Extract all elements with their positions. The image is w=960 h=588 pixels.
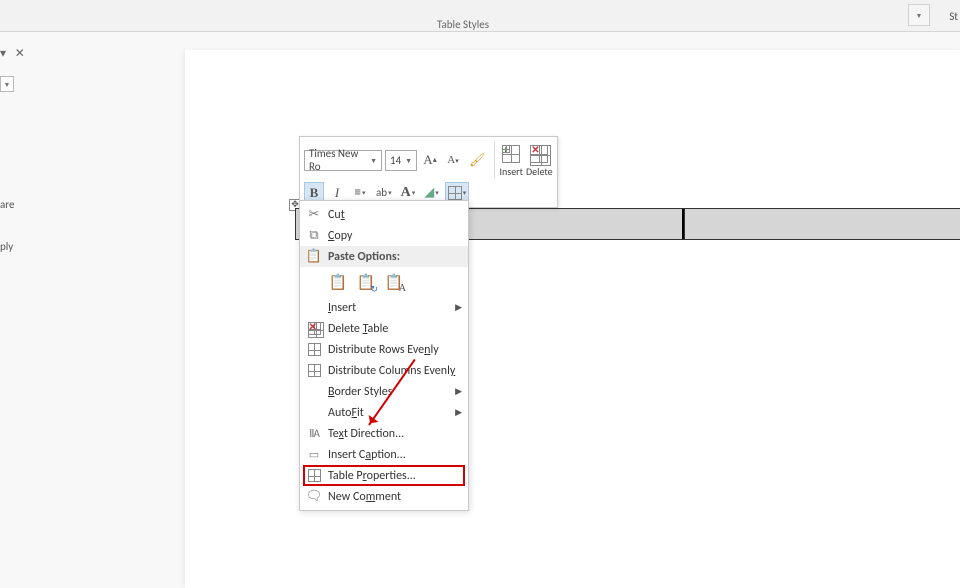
delete-split-button[interactable]: ✕ Delete (526, 143, 553, 178)
sidebar-text-fragment: ply (0, 240, 13, 253)
text-direction-menu-item[interactable]: ⅡA Text Direction... (300, 423, 468, 444)
distribute-cols-icon (304, 364, 324, 377)
table-delete-icon: ✕ (530, 145, 548, 163)
clipboard-icon: 📋 (304, 249, 324, 264)
sidebar-close[interactable]: ▾ ✕ (0, 46, 31, 61)
chevron-down-icon: ▾ (0, 47, 6, 61)
paste-text-only-icon[interactable]: 📋A (384, 271, 404, 293)
insert-label: Insert (500, 165, 524, 178)
paste-options-row: 📋 📋↻ 📋A (300, 267, 468, 297)
insert-menu-item[interactable]: Insert ▶ (300, 297, 468, 318)
borders-icon (448, 186, 462, 200)
text-direction-icon: ⅡA (304, 427, 324, 440)
font-name-value: Times New Ro (309, 147, 370, 173)
distribute-rows-icon (304, 343, 324, 356)
font-name-combo[interactable]: Times New Ro ▼ (304, 150, 382, 171)
mini-toolbar: Times New Ro ▼ 14 ▼ A▴ A▾ 🖌 + Insert ✕ D… (299, 136, 558, 208)
copy-menu-item[interactable]: ⧉ Copy (300, 225, 468, 246)
insert-caption-menu-item[interactable]: ▭ Insert Caption... (300, 444, 468, 465)
distribute-cols-menu-item[interactable]: Distribute Columns Evenly (300, 360, 468, 381)
chevron-down-icon: ▼ (405, 156, 412, 165)
separator (494, 141, 495, 179)
chevron-down-icon: ▼ (370, 156, 377, 165)
table-properties-menu-item[interactable]: Table Properties... (300, 465, 468, 486)
table-insert-icon: + (502, 145, 520, 163)
ribbon-bar: Table Styles ▼ St (0, 0, 960, 32)
delete-label: Delete (526, 165, 553, 178)
comment-icon: 🗨 (304, 489, 324, 504)
table-cell[interactable] (684, 209, 960, 239)
submenu-arrow-icon: ▶ (455, 386, 462, 397)
paste-options-header: 📋 Paste Options: (300, 246, 468, 267)
table-delete-icon: ✕ (304, 322, 324, 335)
delete-table-menu-item[interactable]: ✕ Delete Table (300, 318, 468, 339)
font-size-value: 14 (390, 154, 401, 167)
scissors-icon: ✂ (304, 207, 324, 222)
cut-menu-item[interactable]: ✂ Cut (300, 204, 468, 225)
border-styles-menu-item[interactable]: Border Styles ▶ (300, 381, 468, 402)
font-size-combo[interactable]: 14 ▼ (385, 150, 417, 171)
paste-keep-formatting-icon[interactable]: 📋 (328, 271, 348, 293)
sidebar-text-fragment: are (0, 198, 14, 211)
copy-icon: ⧉ (304, 228, 324, 243)
submenu-arrow-icon: ▶ (455, 407, 462, 418)
paste-options-label: Paste Options: (324, 250, 462, 264)
ribbon-group-label: Table Styles (437, 18, 489, 31)
grow-font-button[interactable]: A▴ (420, 150, 440, 171)
table-properties-icon (304, 469, 324, 482)
ribbon-expand-button[interactable]: ▼ (908, 4, 930, 26)
submenu-arrow-icon: ▶ (455, 302, 462, 313)
new-comment-menu-item[interactable]: 🗨 New Comment (300, 486, 468, 507)
context-menu: ✂ Cut ⧉ Copy 📋 Paste Options: 📋 📋↻ 📋A In… (299, 200, 469, 511)
caption-icon: ▭ (304, 448, 324, 461)
insert-split-button[interactable]: + Insert (500, 143, 524, 178)
ribbon-truncated-text: St (949, 10, 958, 23)
distribute-rows-menu-item[interactable]: Distribute Rows Evenly (300, 339, 468, 360)
sidebar-dropdown[interactable]: ▼ (0, 76, 14, 92)
paste-merge-formatting-icon[interactable]: 📋↻ (356, 271, 376, 293)
format-painter-button[interactable]: 🖌 (466, 150, 489, 171)
close-icon[interactable]: ✕ (15, 47, 25, 61)
shrink-font-button[interactable]: A▾ (443, 150, 463, 171)
